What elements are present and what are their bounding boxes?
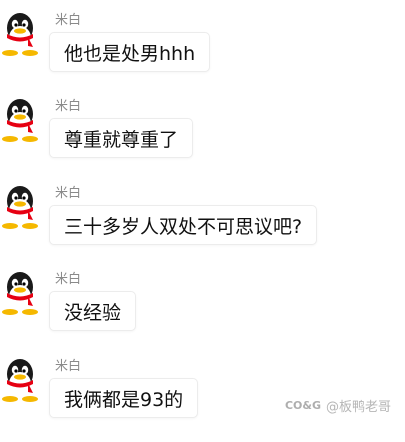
chat-message: 米白 没经验 xyxy=(0,269,405,355)
message-bubble[interactable]: 三十多岁人双处不可思议吧? xyxy=(49,205,318,245)
qq-penguin-avatar-icon[interactable] xyxy=(0,183,42,229)
qq-penguin-avatar-icon[interactable] xyxy=(0,269,42,315)
sender-name: 米白 xyxy=(55,99,82,114)
sender-name: 米白 xyxy=(55,272,82,287)
qq-penguin-avatar-icon[interactable] xyxy=(0,10,42,56)
sender-name: 米白 xyxy=(55,359,82,374)
sender-name: 米白 xyxy=(55,186,82,201)
message-bubble[interactable]: 没经验 xyxy=(49,291,137,331)
message-bubble[interactable]: 尊重就尊重了 xyxy=(49,118,194,158)
qq-penguin-avatar-icon[interactable] xyxy=(0,356,42,402)
chat-message: 米白 三十多岁人双处不可思议吧? xyxy=(0,183,405,269)
watermark-text: @板鸭老哥 xyxy=(325,400,391,415)
message-bubble[interactable]: 他也是处男hhh xyxy=(49,32,211,72)
message-bubble[interactable]: 我俩都是93的 xyxy=(49,378,199,418)
chat-message: 米白 尊重就尊重了 xyxy=(0,96,405,182)
watermark: CO&G @板鸭老哥 xyxy=(285,396,391,415)
qq-penguin-avatar-icon[interactable] xyxy=(0,96,42,142)
sender-name: 米白 xyxy=(55,13,82,28)
watermark-logo: CO&G xyxy=(284,399,321,412)
chat-message: 米白 他也是处男hhh xyxy=(0,10,405,96)
